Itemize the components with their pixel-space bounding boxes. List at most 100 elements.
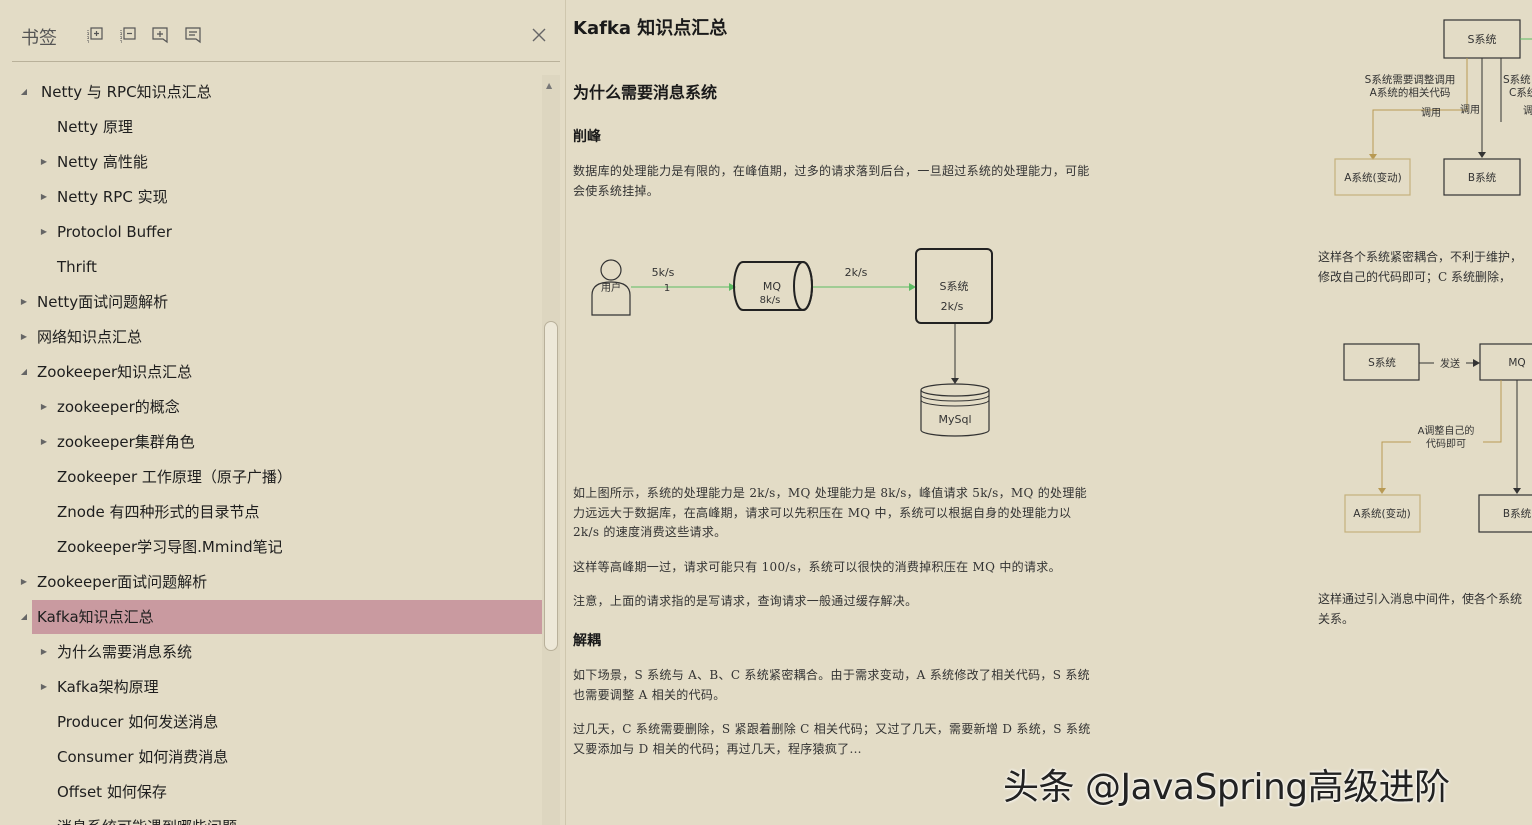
collapsed-arrow-icon[interactable]: ▶ <box>18 320 30 354</box>
paragraph-5: 如下场景，S 系统与 A、B、C 系统紧密耦合。由于需求变动，A 系统修改了相关… <box>573 668 1090 702</box>
bookmark-label: Zookeeper面试问题解析 <box>37 573 208 591</box>
mq-rate-label: 8k/s <box>760 295 781 306</box>
subheading-decoupling: 解耦 <box>573 633 601 649</box>
bookmark-item[interactable]: ◢ Netty 与 RPC知识点汇总 <box>0 75 542 109</box>
collapsed-arrow-icon[interactable]: ▶ <box>38 635 50 669</box>
bookmark-label: zookeeper集群角色 <box>57 433 195 451</box>
expanded-arrow-icon[interactable]: ◢ <box>18 355 30 389</box>
right-paragraph-1-line-2: 修改自己的代码即可；C 系统删除， <box>1318 270 1511 284</box>
bookmark-item[interactable]: Producer 如何发送消息 <box>0 705 542 739</box>
bookmark-label: Netty 与 RPC知识点汇总 <box>41 83 212 101</box>
note-right-1: S系统 <box>1503 73 1531 86</box>
collapsed-arrow-icon[interactable]: ▶ <box>18 285 30 319</box>
s-system-label: S系统 <box>1368 356 1396 369</box>
bookmark-item[interactable]: ▶ Netty面试问题解析 <box>0 285 542 319</box>
bookmark-item[interactable]: ▶ Protoclol Buffer <box>0 215 542 249</box>
bookmark-label: Offset 如何保存 <box>57 783 167 801</box>
bookmark-label: Thrift <box>57 258 97 276</box>
collapsed-arrow-icon[interactable]: ▶ <box>38 390 50 424</box>
call-label-3: 调 <box>1523 105 1532 117</box>
bookmark-item[interactable]: ◢ Kafka知识点汇总 <box>21 600 542 634</box>
bookmark-item[interactable]: Netty 原理 <box>0 110 542 144</box>
note-right-2: C系统 <box>1509 86 1532 99</box>
scroll-up-icon[interactable]: ▲ <box>546 81 552 90</box>
watermark: 头条 @JavaSpring高级进阶 <box>1003 767 1450 808</box>
bookmark-label: Netty 原理 <box>57 118 133 136</box>
bookmark-label: Consumer 如何消费消息 <box>57 748 229 766</box>
mq-label: MQ <box>763 280 781 293</box>
mq-decoupling-diagram: S系统 发送 MQ A调整自己的 代码即可 A系统(变动) B系统 <box>1343 343 1532 533</box>
bookmark-label: Zookeeper 工作原理（原子广播） <box>57 468 292 486</box>
peak-shaving-diagram: 用户 5k/s 1 MQ 8k/s 2k/s S系统 2k/s MySql <box>591 248 993 437</box>
bookmark-item[interactable]: Offset 如何保存 <box>0 775 542 809</box>
bookmark-item[interactable]: ▶ Zookeeper面试问题解析 <box>0 565 542 599</box>
paragraph-6: 过几天，C 系统需要删除，S 紧跟着删除 C 相关代码；又过了几天，需要新增 D… <box>573 722 1091 756</box>
paragraph-2: 如上图所示，系统的处理能力是 2k/s，MQ 处理能力是 8k/s，峰值请求 5… <box>573 486 1087 539</box>
bookmark-label: Netty 高性能 <box>57 153 148 171</box>
bookmark-item[interactable]: Zookeeper学习导图.Mmind笔记 <box>0 530 542 564</box>
bookmark-item[interactable]: ▶ Kafka架构原理 <box>0 670 542 704</box>
bookmark-item[interactable]: Znode 有四种形式的目录节点 <box>0 495 542 529</box>
document-title: Kafka 知识点汇总 <box>573 18 728 39</box>
paragraph-1: 数据库的处理能力是有限的，在峰值期，过多的请求落到后台，一旦超过系统的处理能力，… <box>573 164 1090 198</box>
bookmarks-title: 书签 <box>21 28 57 49</box>
section-heading: 为什么需要消息系统 <box>573 83 718 102</box>
right-paragraph-2-line-1: 这样通过引入消息中间件，使各个系统 <box>1318 592 1523 606</box>
b-system-label: B系统 <box>1503 507 1532 520</box>
bookmark-item[interactable]: ▶ Netty RPC 实现 <box>0 180 542 214</box>
bookmark-label: Producer 如何发送消息 <box>57 713 219 731</box>
sidebar-scrollbar[interactable]: ▲ <box>542 75 560 825</box>
note-left-2: A系统的相关代码 <box>1370 86 1451 99</box>
expanded-arrow-icon[interactable]: ◢ <box>18 600 30 634</box>
close-icon[interactable] <box>530 26 548 44</box>
s-system-label: S系统 <box>1468 33 1497 46</box>
paragraph-4: 注意，上面的请求指的是写请求，查询请求一般通过缓存解决。 <box>573 594 918 608</box>
paragraph-3: 这样等高峰期一过，请求可能只有 100/s，系统可以很快的消费掉积压在 MQ 中… <box>573 560 1061 574</box>
coupled-systems-diagram: S系统 S系统需要调整调用 A系统的相关代码 调用 调用 S系统 C系统 调 A… <box>1334 19 1532 196</box>
bookmark-item[interactable]: ◢ Zookeeper知识点汇总 <box>0 355 542 389</box>
bookmarks-header: 书签 <box>12 0 560 62</box>
bookmark-label: Kafka知识点汇总 <box>37 608 154 626</box>
bookmark-label: Zookeeper知识点汇总 <box>37 363 193 381</box>
note-left-1: S系统需要调整调用 <box>1365 73 1456 86</box>
collapsed-arrow-icon[interactable]: ▶ <box>38 180 50 214</box>
bookmark-item[interactable]: 消息系统可能遇到哪些问题 <box>0 810 542 825</box>
document-view: Kafka 知识点汇总 为什么需要消息系统 削峰 数据库的处理能力是有限的，在峰… <box>571 0 1532 825</box>
bookmark-item[interactable]: ▶ zookeeper集群角色 <box>0 425 542 459</box>
bookmark-item[interactable]: ▶ 为什么需要消息系统 <box>0 635 542 669</box>
collapse-all-icon[interactable] <box>119 26 137 44</box>
collapsed-arrow-icon[interactable]: ▶ <box>38 145 50 179</box>
expanded-arrow-icon[interactable]: ◢ <box>18 75 30 109</box>
bookmark-label: Netty RPC 实现 <box>57 188 168 206</box>
bookmark-item[interactable]: Consumer 如何消费消息 <box>0 740 542 774</box>
a-system-label: A系统(变动) <box>1344 171 1401 184</box>
collapsed-arrow-icon[interactable]: ▶ <box>38 425 50 459</box>
collapsed-arrow-icon[interactable]: ▶ <box>38 215 50 249</box>
mq-label: MQ <box>1508 357 1525 369</box>
scrollbar-thumb[interactable] <box>544 321 558 651</box>
collapsed-arrow-icon[interactable]: ▶ <box>18 565 30 599</box>
collapsed-arrow-icon[interactable]: ▶ <box>38 670 50 704</box>
bookmark-tree: ◢ Netty 与 RPC知识点汇总 Netty 原理 ▶ Netty 高性能 ▶ Nett… <box>0 75 542 825</box>
note-line-1: A调整自己的 <box>1418 424 1475 437</box>
s-system-rate: 2k/s <box>941 300 964 313</box>
rate-in-label: 5k/s <box>652 266 675 279</box>
bookmark-label: zookeeper的概念 <box>57 398 180 416</box>
a-system-label: A系统(变动) <box>1353 507 1410 520</box>
bookmark-label: Znode 有四种形式的目录节点 <box>57 503 260 521</box>
bookmark-properties-icon[interactable] <box>184 26 202 44</box>
bookmark-item[interactable]: Zookeeper 工作原理（原子广播） <box>0 460 542 494</box>
b-system-label: B系统 <box>1468 171 1497 184</box>
call-label-2: 调用 <box>1460 104 1480 116</box>
bookmark-label: Protoclol Buffer <box>57 223 172 241</box>
bookmark-label: 网络知识点汇总 <box>37 328 143 346</box>
bookmark-label: 为什么需要消息系统 <box>57 643 193 661</box>
add-bookmark-icon[interactable] <box>151 26 169 44</box>
bookmark-item[interactable]: ▶ zookeeper的概念 <box>0 390 542 424</box>
note-line-2: 代码即可 <box>1426 438 1466 450</box>
rate-out-label: 2k/s <box>845 266 868 279</box>
bookmark-item[interactable]: ▶ Netty 高性能 <box>0 145 542 179</box>
bookmark-item[interactable]: ▶ 网络知识点汇总 <box>0 320 542 354</box>
bookmark-item[interactable]: Thrift <box>0 250 542 284</box>
expand-all-icon[interactable] <box>86 26 104 44</box>
